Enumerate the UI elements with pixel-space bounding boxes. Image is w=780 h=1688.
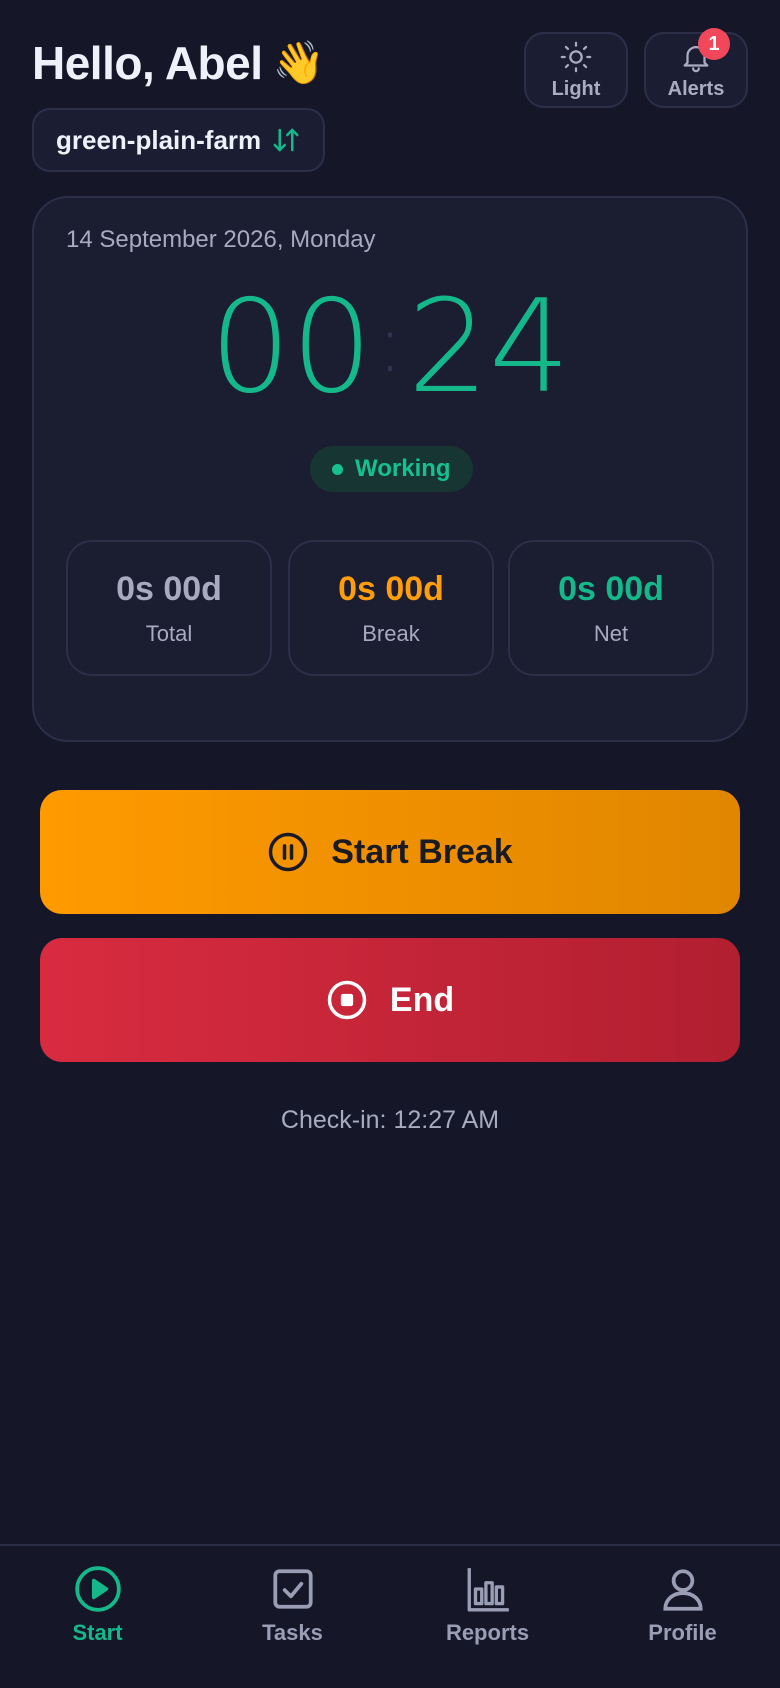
start-break-label: Start Break xyxy=(331,832,513,871)
bottom-nav: Start Tasks Reports Profile xyxy=(0,1544,780,1688)
tab-tasks[interactable]: Tasks xyxy=(195,1564,390,1646)
timer-card: 14 September 2026, Monday 00 : 24 Workin… xyxy=(32,196,748,742)
current-date: 14 September 2026, Monday xyxy=(66,226,376,253)
farm-switcher[interactable]: green-plain-farm xyxy=(32,108,326,172)
tab-profile[interactable]: Profile xyxy=(585,1564,780,1646)
status-text: Working xyxy=(355,455,451,482)
greeting-title: Hello, Abel 👋 xyxy=(32,36,325,90)
stat-net: 0s 00d Net xyxy=(508,540,714,676)
tab-profile-label: Profile xyxy=(648,1620,717,1645)
theme-toggle-button[interactable]: Light xyxy=(524,32,628,108)
tab-start-label: Start xyxy=(72,1620,123,1645)
start-break-button[interactable]: Start Break xyxy=(40,790,740,914)
status-dot-icon xyxy=(332,463,343,475)
clock-separator: : xyxy=(376,297,404,390)
tab-start[interactable]: Start xyxy=(0,1564,195,1646)
status-badge: Working xyxy=(310,446,473,492)
clock-minutes: 00 xyxy=(209,273,373,422)
sun-icon xyxy=(560,41,592,72)
bar-chart-icon xyxy=(467,1568,509,1612)
waving-hand-icon: 👋 xyxy=(272,38,325,87)
start-screen: Hello, Abel 👋 green-plain-farm Light Ale… xyxy=(0,0,780,1688)
checkin-time: Check-in: 12:27 AM xyxy=(280,1106,500,1134)
user-icon xyxy=(662,1569,703,1611)
elapsed-clock: 00 : 24 xyxy=(34,284,746,412)
stat-break: 0s 00d Break xyxy=(288,540,494,676)
tab-tasks-label: Tasks xyxy=(262,1620,323,1645)
alerts-count-badge: 1 xyxy=(698,28,730,60)
tab-reports[interactable]: Reports xyxy=(390,1564,585,1646)
stat-break-caption: Break xyxy=(362,620,420,646)
stat-net-caption: Net xyxy=(593,620,629,646)
stat-total-value: 0s 00d xyxy=(116,569,222,608)
alerts-button[interactable]: Alerts 1 xyxy=(644,28,748,108)
checkbox-icon xyxy=(272,1569,313,1609)
end-label: End xyxy=(389,980,455,1019)
tab-reports-label: Reports xyxy=(445,1620,530,1645)
swap-arrows-icon xyxy=(273,128,299,152)
greeting-text: Hello, Abel xyxy=(32,37,263,89)
stop-circle-icon xyxy=(327,980,367,1020)
farm-name: green-plain-farm xyxy=(56,124,262,155)
end-button[interactable]: End xyxy=(40,938,740,1062)
stat-net-value: 0s 00d xyxy=(558,569,664,608)
stat-total-caption: Total xyxy=(145,620,193,646)
alerts-label: Alerts xyxy=(667,77,725,100)
theme-toggle-label: Light xyxy=(551,77,601,100)
clock-seconds: 24 xyxy=(407,273,571,422)
stat-break-value: 0s 00d xyxy=(338,569,444,608)
pause-circle-icon xyxy=(269,832,308,872)
play-circle-icon xyxy=(74,1566,121,1612)
stat-total: 0s 00d Total xyxy=(66,540,272,676)
